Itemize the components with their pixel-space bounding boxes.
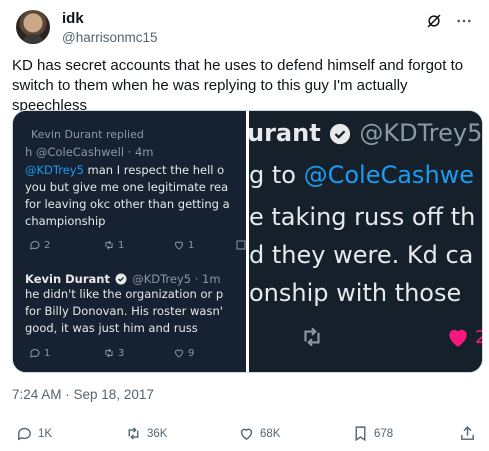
second-reply-count: 1	[29, 347, 50, 359]
header-icons	[425, 12, 473, 35]
zoom-retweet-icon	[299, 324, 325, 355]
bookmark-count: 678	[374, 427, 394, 440]
first-like-count: 1	[173, 239, 194, 251]
share-button[interactable]	[459, 425, 476, 442]
reply-button[interactable]: 1K	[16, 425, 52, 442]
more-options-icon[interactable]	[455, 12, 473, 35]
zoom-line-2: g to @ColeCashwe	[249, 161, 475, 189]
zoom-line-3: e taking russ off th	[249, 203, 476, 231]
first-text-line-2: you but give me one legitimate rea	[25, 180, 229, 194]
first-handle-line: h @ColeCashwell · 4m	[25, 145, 154, 159]
reply-count: 1K	[38, 427, 53, 440]
first-share-icon	[235, 239, 246, 251]
retweet-icon	[105, 348, 113, 358]
media-right-panel: urant @KDTrey5 g to @ColeCashwe e taking…	[249, 111, 482, 372]
verified-icon	[115, 273, 127, 284]
tweet-media[interactable]: Kevin Durant replied h @ColeCashwell · 4…	[12, 110, 483, 373]
first-reply-count: 2	[29, 239, 50, 251]
reply-icon	[18, 427, 31, 441]
retweet-icon	[128, 427, 139, 440]
avatar[interactable]	[16, 10, 50, 44]
retweet-icon	[105, 240, 113, 250]
zoom-author-line: urant @KDTrey5	[249, 119, 482, 147]
heart-icon	[174, 349, 184, 358]
tweet-header: idk @harrisonmc15	[16, 10, 473, 50]
share-icon	[461, 426, 474, 440]
like-button[interactable]: 68K	[238, 425, 280, 442]
heart-icon	[240, 428, 253, 441]
grok-icon[interactable]	[425, 12, 443, 35]
reply-icon	[30, 348, 40, 358]
bookmark-icon	[355, 426, 366, 442]
verified-icon	[329, 123, 351, 145]
heart-icon	[449, 329, 467, 347]
tweet-text: KD has secret accounts that he uses to d…	[12, 57, 464, 114]
second-text-line-2: for Billy Donovan. His roster wasn'	[25, 304, 223, 318]
like-count: 68K	[260, 427, 281, 440]
second-text-line-3: good, it was just him and russ	[25, 321, 198, 335]
retweet-count: 36K	[147, 427, 168, 440]
first-retweet-count: 1	[103, 239, 124, 251]
bookmark-button[interactable]: 678	[352, 425, 393, 442]
first-text-line-1: @KDTrey5 man I respect the hell o	[25, 163, 225, 177]
author-handle[interactable]: @harrisonmc15	[62, 30, 158, 45]
media-left-panel: Kevin Durant replied h @ColeCashwell · 4…	[13, 111, 246, 372]
first-text-line-3: for leaving okc other than getting a	[25, 197, 230, 211]
tweet-timestamp[interactable]: 7:24 AM · Sep 18, 2017	[12, 387, 154, 402]
second-like-count: 9	[173, 347, 194, 359]
reply-icon	[30, 240, 40, 250]
first-text-line-4: championship	[25, 214, 106, 228]
zoom-like: 2	[445, 324, 482, 350]
heart-icon	[174, 241, 184, 250]
retweet-button[interactable]: 36K	[125, 425, 167, 442]
second-author-line: Kevin Durant @KDTrey5 · 1m	[25, 272, 221, 286]
zoom-line-4: d they were. Kd ca	[249, 241, 474, 269]
zoom-line-5: onship with those	[249, 279, 462, 307]
replied-label: Kevin Durant replied	[31, 128, 144, 141]
action-bar: 1K 36K 68K 678	[12, 425, 477, 445]
author-name[interactable]: idk	[62, 10, 84, 27]
second-text-line-1: he didn't like the organization or p	[25, 287, 224, 301]
second-retweet-count: 3	[103, 347, 124, 359]
